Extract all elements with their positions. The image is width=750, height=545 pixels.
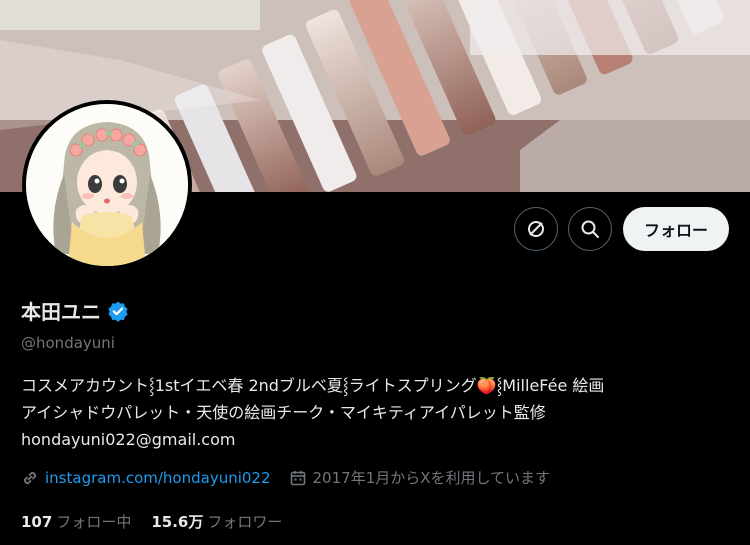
followers-link[interactable]: 15.6万 フォロワー <box>151 511 282 532</box>
search-icon <box>581 220 599 238</box>
verified-badge-icon[interactable] <box>107 300 129 322</box>
followers-count: 15.6万 <box>151 513 204 531</box>
join-date: 2017年1月からXを利用しています <box>289 467 551 488</box>
user-handle: @hondayuni <box>21 334 115 352</box>
profile-link-text[interactable]: instagram.com/hondayuni022 <box>45 469 271 487</box>
bio-line: コスメアカウント⸾1stイエベ春 2ndブルベ夏⸾ライトスプリング🍑⸾Mille… <box>21 376 605 395</box>
profile-link[interactable]: instagram.com/hondayuni022 <box>21 469 271 487</box>
following-count: 107 <box>21 513 53 531</box>
profile-meta: instagram.com/hondayuni022 2017年1月からXを利用… <box>21 467 550 488</box>
search-button[interactable] <box>567 207 612 251</box>
following-link[interactable]: 107 フォロー中 <box>21 511 131 532</box>
following-label: フォロー中 <box>56 513 132 531</box>
profile-avatar[interactable] <box>22 100 192 270</box>
bio-line: hondayuni022@gmail.com <box>21 430 236 449</box>
grok-icon <box>527 221 544 237</box>
calendar-icon <box>290 470 305 485</box>
profile-bio: コスメアカウント⸾1stイエベ春 2ndブルベ夏⸾ライトスプリング🍑⸾Mille… <box>21 372 736 453</box>
profile-name-row: 本田ユニ <box>21 296 129 325</box>
join-date-text: 2017年1月からXを利用しています <box>312 469 551 487</box>
follow-button[interactable]: フォロー <box>622 207 729 251</box>
grok-button[interactable] <box>513 207 558 251</box>
followers-label: フォロワー <box>207 513 283 531</box>
profile-stats: 107 フォロー中 15.6万 フォロワー <box>21 511 282 532</box>
display-name: 本田ユニ <box>21 300 101 324</box>
link-icon <box>24 471 36 484</box>
profile-actions: フォロー <box>513 207 729 251</box>
bio-line: アイシャドウパレット・天使の絵画チーク・マイキティアイパレット監修 <box>21 403 546 422</box>
